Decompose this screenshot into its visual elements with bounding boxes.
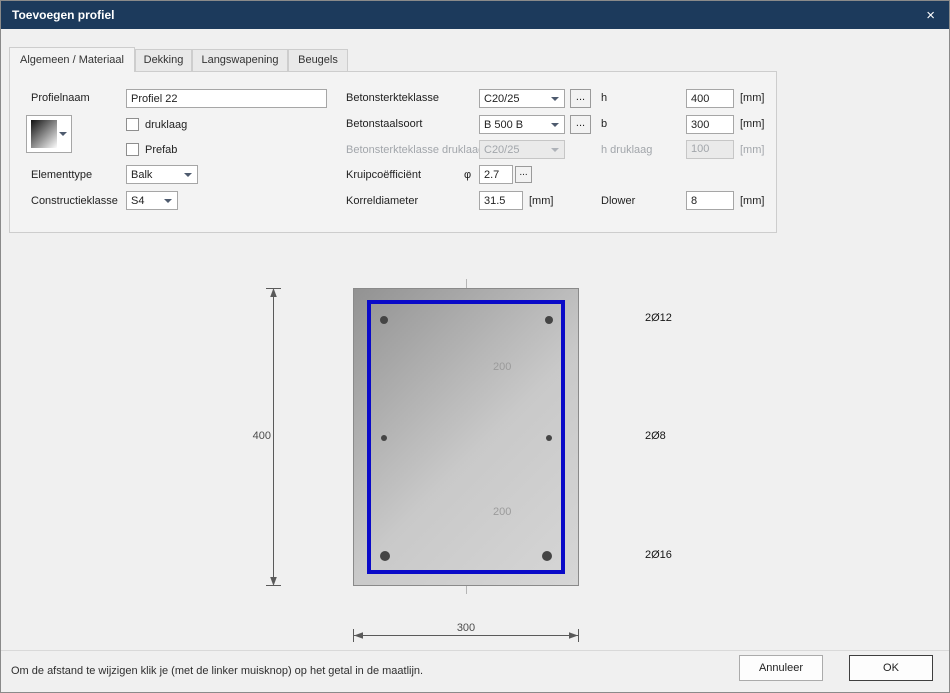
tab-algemeen-materiaal[interactable]: Algemeen / Materiaal <box>9 47 135 72</box>
material-swatch-dropdown[interactable] <box>26 115 72 153</box>
betonsterkteklasse-value: C20/25 <box>484 93 545 105</box>
kruipcoefficient-input[interactable] <box>479 165 513 184</box>
tab-langswapening[interactable]: Langswapening <box>192 49 288 71</box>
profielnaam-input[interactable] <box>126 89 327 108</box>
chevron-down-icon <box>59 132 67 136</box>
b-unit: [mm] <box>740 116 764 132</box>
h-unit: [mm] <box>740 90 764 106</box>
elementtype-label: Elementtype <box>31 167 92 183</box>
ok-button[interactable]: OK <box>849 655 933 681</box>
tab-dekking[interactable]: Dekking <box>135 49 192 71</box>
chevron-down-icon <box>184 173 192 177</box>
dim-width-label[interactable]: 300 <box>451 622 481 634</box>
profielnaam-label: Profielnaam <box>31 90 90 106</box>
h-label: h <box>601 90 607 106</box>
dlower-label: Dlower <box>601 193 635 209</box>
kruipcoefficient-label: Kruipcoëfficiënt <box>346 167 421 183</box>
constructieklasse-select[interactable]: S4 <box>126 191 178 210</box>
chevron-down-icon <box>164 199 172 203</box>
b-input[interactable] <box>686 115 734 134</box>
betonsterkteklasse-more-button[interactable]: ... <box>570 89 591 108</box>
material-gradient-icon <box>31 120 57 148</box>
constructieklasse-label: Constructieklasse <box>31 193 118 209</box>
window-title: Toevoegen profiel <box>12 8 114 22</box>
elementtype-value: Balk <box>131 169 178 181</box>
tab-beugels[interactable]: Beugels <box>288 49 348 71</box>
b-label: b <box>601 116 607 132</box>
constructieklasse-value: S4 <box>131 195 158 207</box>
dlower-input[interactable] <box>686 191 734 210</box>
status-hint: Om de afstand te wijzigen klik je (met d… <box>11 665 423 677</box>
rebar-dot-bottom-right <box>542 551 552 561</box>
h-druklaag-label: h druklaag <box>601 142 652 158</box>
close-icon[interactable]: × <box>923 8 938 23</box>
betonstaalsoort-more-button[interactable]: ... <box>570 115 591 134</box>
cross-section-preview: 400 300 200 200 2Ø12 2Ø8 2Ø16 <box>1 261 950 652</box>
korreldiameter-input[interactable] <box>479 191 523 210</box>
chevron-down-icon <box>551 97 559 101</box>
dlower-unit: [mm] <box>740 193 764 209</box>
rebar-label-bottom: 2Ø16 <box>645 549 672 561</box>
dim-spacing-top-label[interactable]: 200 <box>493 361 511 373</box>
betonsterkteklasse-druklaag-select: C20/25 <box>479 140 565 159</box>
add-profile-dialog: Toevoegen profiel × Algemeen / Materiaal… <box>0 0 950 693</box>
druklaag-label: druklaag <box>145 117 187 133</box>
druklaag-checkbox[interactable] <box>126 118 139 131</box>
rebar-label-top: 2Ø12 <box>645 312 672 324</box>
beam-section <box>353 288 579 586</box>
prefab-label: Prefab <box>145 142 177 158</box>
titlebar: Toevoegen profiel × <box>1 1 949 29</box>
cancel-button[interactable]: Annuleer <box>739 655 823 681</box>
h-druklaag-input: 100 <box>686 140 734 159</box>
betonstaalsoort-label: Betonstaalsoort <box>346 116 422 132</box>
dim-height-label[interactable]: 400 <box>245 430 271 442</box>
betonstaalsoort-select[interactable]: B 500 B <box>479 115 565 134</box>
betonsterkteklasse-label: Betonsterkteklasse <box>346 90 439 106</box>
rebar-label-middle: 2Ø8 <box>645 430 666 442</box>
elementtype-select[interactable]: Balk <box>126 165 198 184</box>
kruipcoefficient-more-button[interactable]: ... <box>515 166 532 183</box>
betonsterkteklasse-druklaag-label: Betonsterkteklasse druklaag <box>346 142 484 158</box>
chevron-down-icon <box>551 148 559 152</box>
dim-spacing-bottom-label[interactable]: 200 <box>493 506 511 518</box>
phi-symbol: φ <box>464 167 471 183</box>
korreldiameter-unit: [mm] <box>529 193 553 209</box>
stirrup-outline <box>367 300 565 574</box>
korreldiameter-label: Korreldiameter <box>346 193 418 209</box>
betonstaalsoort-value: B 500 B <box>484 119 545 131</box>
chevron-down-icon <box>551 123 559 127</box>
h-input[interactable] <box>686 89 734 108</box>
betonsterkteklasse-select[interactable]: C20/25 <box>479 89 565 108</box>
betonsterkteklasse-druklaag-value: C20/25 <box>484 144 545 156</box>
rebar-dot-mid-left <box>381 435 387 441</box>
rebar-dot-top-right <box>545 316 553 324</box>
h-druklaag-unit: [mm] <box>740 142 764 158</box>
rebar-dot-bottom-left <box>380 551 390 561</box>
rebar-dot-mid-right <box>546 435 552 441</box>
prefab-checkbox[interactable] <box>126 143 139 156</box>
rebar-dot-top-left <box>380 316 388 324</box>
